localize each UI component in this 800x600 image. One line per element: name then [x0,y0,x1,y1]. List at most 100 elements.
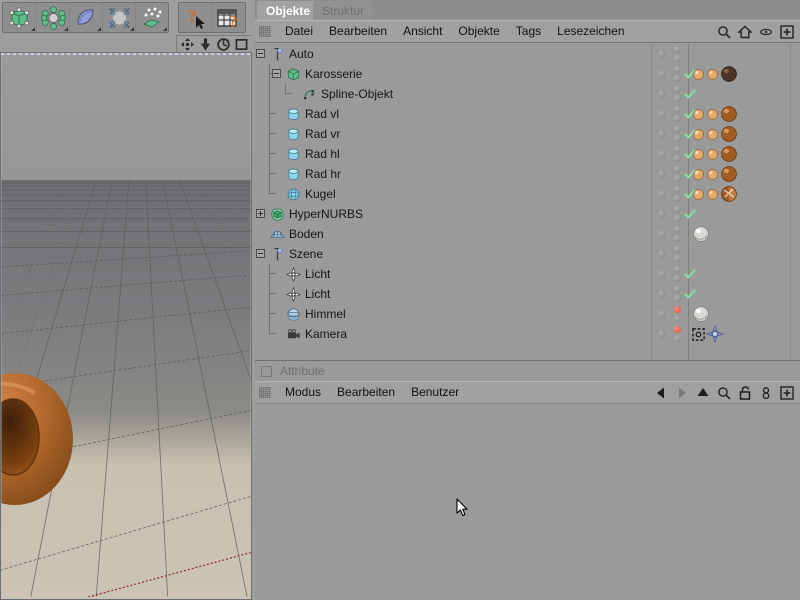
object-name-cell[interactable]: Spline-Objekt [255,84,651,104]
object-name-cell[interactable]: 0 Szene [255,244,651,264]
object-row[interactable]: Rad vl [255,104,800,124]
editor-visibility-dot[interactable] [674,166,681,173]
material-tag-icon[interactable] [720,185,738,203]
render-visibility-dot[interactable] [674,235,681,242]
editor-visibility-dot[interactable] [674,126,681,133]
phong-tag-icon[interactable] [706,128,719,141]
editor-visibility-dot[interactable] [674,226,681,233]
tool-expand-corner[interactable] [97,27,101,31]
compass-tag-icon[interactable] [706,325,724,343]
phong-tag-icon[interactable] [706,188,719,201]
object-row[interactable]: Rad hr [255,164,800,184]
phong-tag-icon[interactable] [692,68,705,81]
editor-visibility-dot[interactable] [674,186,681,193]
dolly-view-icon[interactable] [199,38,212,51]
render-visibility-dot[interactable] [674,315,681,322]
object-row[interactable]: Licht [255,284,800,304]
attribute-menubar-grip[interactable] [259,387,271,398]
phong-tag-icon[interactable] [706,148,719,161]
menu-objekte[interactable]: Objekte [450,20,507,43]
editor-visibility-dot[interactable] [674,106,681,113]
tab-objekte[interactable]: Objekte [257,1,319,20]
object-row[interactable]: Rad vr [255,124,800,144]
eye-icon[interactable] [759,25,773,39]
help-cursor-tool[interactable]: ? [179,3,212,32]
render-visibility-dot[interactable] [674,155,681,162]
tool-expand-corner[interactable] [31,27,35,31]
enable-dot[interactable] [658,130,666,138]
editor-visibility-dot[interactable] [674,246,681,253]
object-name-cell[interactable]: Boden [255,224,651,244]
object-row[interactable]: Spline-Objekt [255,84,800,104]
object-row[interactable]: Kugel [255,184,800,204]
tool-expand-corner[interactable] [64,27,68,31]
pan-view-icon[interactable] [181,38,194,51]
rotate-view-icon[interactable] [217,38,230,51]
link-icon[interactable] [759,386,773,400]
editor-visibility-dot[interactable] [674,266,681,273]
editor-visibility-dot[interactable] [674,46,681,53]
enable-dot[interactable] [658,70,666,78]
move-tool[interactable] [102,3,135,32]
object-row[interactable]: 0 Auto [255,44,800,64]
object-name-cell[interactable]: Rad vl [255,104,651,124]
unlock-icon[interactable] [738,386,752,400]
render-visibility-dot[interactable] [674,175,681,182]
forward-arrow-icon[interactable] [675,386,689,400]
table-help-tool[interactable]: ? [212,3,245,32]
enable-dot[interactable] [658,230,666,238]
menubar-grip[interactable] [259,26,271,37]
perspective-viewport[interactable] [0,52,252,600]
back-arrow-icon[interactable] [654,386,668,400]
enable-dot[interactable] [658,250,666,258]
object-name-cell[interactable]: Licht [255,264,651,284]
enable-dot[interactable] [658,110,666,118]
render-visibility-dot[interactable] [674,95,681,102]
menu-tags[interactable]: Tags [508,20,549,43]
menu-lesezeichen[interactable]: Lesezeichen [549,20,632,43]
menu-benutzer[interactable]: Benutzer [403,381,467,404]
enable-dot[interactable] [658,50,666,58]
menu-ansicht[interactable]: Ansicht [395,20,450,43]
enable-dot[interactable] [658,310,666,318]
object-manager[interactable]: 0 Auto Karosserie Spline-Objekt Rad vl [255,44,800,361]
search-icon[interactable] [717,25,731,39]
object-name-cell[interactable]: Rad vr [255,124,651,144]
render-visibility-dot[interactable] [674,115,681,122]
enable-dot[interactable] [658,290,666,298]
object-name-cell[interactable]: Rad hl [255,144,651,164]
object-name-cell[interactable]: Licht [255,284,651,304]
object-row[interactable]: Licht [255,264,800,284]
object-name-cell[interactable]: Rad hr [255,164,651,184]
active-check-icon[interactable] [684,288,696,300]
menu-datei[interactable]: Datei [277,20,321,43]
deform-tool[interactable] [69,3,102,32]
enable-dot[interactable] [658,190,666,198]
editor-visibility-dot[interactable] [674,66,681,73]
material-tag-icon[interactable] [720,105,738,123]
torus-wheel-object[interactable] [0,371,93,511]
enable-dot[interactable] [658,170,666,178]
editor-visibility-dot[interactable] [674,306,681,313]
render-visibility-dot[interactable] [674,195,681,202]
menu-modus[interactable]: Modus [277,381,329,404]
render-visibility-dot[interactable] [674,75,681,82]
phong-tag-icon[interactable] [692,168,705,181]
object-row[interactable]: 0 Szene [255,244,800,264]
object-name-cell[interactable]: 0 Auto [255,44,651,64]
enable-dot[interactable] [658,90,666,98]
object-row[interactable]: Rad hl [255,144,800,164]
phong-tag-icon[interactable] [706,68,719,81]
editor-visibility-dot[interactable] [674,146,681,153]
enable-dot[interactable] [658,270,666,278]
expand-toggle[interactable] [256,249,265,258]
up-arrow-icon[interactable] [696,386,710,400]
editor-visibility-dot[interactable] [674,286,681,293]
phong-tag-icon[interactable] [692,148,705,161]
render-visibility-dot[interactable] [674,135,681,142]
material-tag-icon[interactable] [720,145,738,163]
expand-toggle[interactable] [256,49,265,58]
phong-tag-icon[interactable] [692,108,705,121]
object-row[interactable]: HyperNURBS [255,204,800,224]
object-name-cell[interactable]: HyperNURBS [255,204,651,224]
